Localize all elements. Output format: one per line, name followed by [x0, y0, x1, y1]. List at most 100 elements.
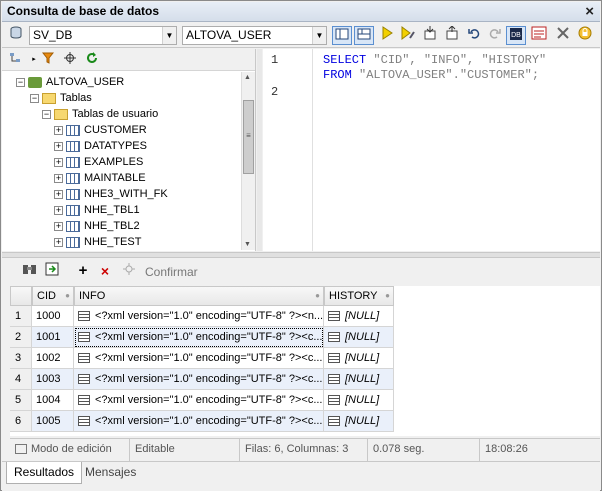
column-header-history[interactable]: HISTORY ● — [324, 286, 394, 306]
sql-editor[interactable]: 1 2 SELECT "CID", "INFO", "HISTORY" FROM… — [263, 49, 600, 251]
row-number[interactable]: 2 — [10, 327, 32, 348]
xml-cell-icon[interactable] — [78, 416, 90, 427]
sort-icon[interactable]: ● — [385, 287, 390, 305]
cell-history[interactable]: [NULL] — [324, 327, 394, 348]
horizontal-splitter[interactable] — [2, 252, 600, 258]
row-number[interactable]: 5 — [10, 390, 32, 411]
expand-icon[interactable]: + — [54, 173, 63, 183]
cell-cid[interactable]: 1003 — [32, 369, 74, 390]
tree-table-item[interactable]: + NHE_TBL1 — [54, 202, 140, 218]
xml-cell-icon[interactable] — [328, 374, 340, 385]
xml-view-icon[interactable] — [529, 26, 549, 45]
database-icon[interactable] — [6, 26, 26, 45]
row-number[interactable]: 1 — [10, 306, 32, 327]
expand-icon[interactable]: + — [54, 205, 63, 215]
collapse-icon[interactable]: − — [16, 77, 25, 87]
row-number[interactable]: 6 — [10, 411, 32, 432]
filter-icon[interactable] — [38, 51, 58, 70]
xml-cell-icon[interactable] — [328, 311, 340, 322]
cell-info[interactable]: <?xml version="1.0" encoding="UTF-8" ?><… — [74, 348, 324, 369]
scroll-down-icon[interactable]: ▼ — [244, 241, 251, 248]
layout-browser-icon[interactable] — [332, 26, 352, 45]
vertical-splitter[interactable] — [257, 49, 262, 251]
chevron-down-icon[interactable]: ▼ — [312, 27, 326, 44]
xml-cell-icon[interactable] — [328, 395, 340, 406]
refresh-icon[interactable] — [82, 51, 102, 70]
cell-history[interactable]: [NULL] — [324, 348, 394, 369]
tree-table-item[interactable]: + NHE3_WITH_FK — [54, 186, 168, 202]
add-row-button[interactable]: + — [73, 262, 93, 281]
xml-cell-icon[interactable] — [328, 353, 340, 364]
datasource-select[interactable]: SV_DB ▼ — [29, 26, 177, 45]
tree-table-item[interactable]: + DATATYPES — [54, 138, 147, 154]
xml-cell-icon[interactable] — [78, 374, 90, 385]
xml-cell-icon[interactable] — [78, 332, 90, 343]
cell-cid[interactable]: 1004 — [32, 390, 74, 411]
expand-icon[interactable]: + — [54, 221, 63, 231]
cell-history[interactable]: [NULL] — [324, 411, 394, 432]
redo-icon[interactable] — [485, 26, 505, 45]
cell-info[interactable]: <?xml version="1.0" encoding="UTF-8" ?><… — [74, 411, 324, 432]
expand-icon[interactable]: + — [54, 189, 63, 199]
cell-info[interactable]: <?xml version="1.0" encoding="UTF-8" ?><… — [74, 390, 324, 411]
schema-select[interactable]: ALTOVA_USER ▼ — [182, 26, 327, 45]
layout-results-icon[interactable] — [354, 26, 374, 45]
tab-results[interactable]: Resultados — [6, 462, 83, 484]
sort-icon[interactable]: ● — [65, 287, 70, 305]
tab-messages[interactable]: Mensajes — [78, 462, 143, 484]
collapse-icon[interactable]: − — [30, 93, 39, 103]
cell-info[interactable]: <?xml version="1.0" encoding="UTF-8" ?><… — [74, 306, 324, 327]
cell-cid[interactable]: 1000 — [32, 306, 74, 327]
tree-scrollbar[interactable]: ▲ ≡ ▼ — [241, 72, 255, 250]
cell-history[interactable]: [NULL] — [324, 390, 394, 411]
tree-table-item[interactable]: + CUSTOMER — [54, 122, 147, 138]
expand-icon[interactable]: + — [54, 141, 63, 151]
cell-info[interactable]: <?xml version="1.0" encoding="UTF-8" ?><… — [74, 327, 324, 348]
cell-history[interactable]: [NULL] — [324, 369, 394, 390]
scroll-up-icon[interactable]: ▲ — [244, 74, 251, 81]
row-number[interactable]: 4 — [10, 369, 32, 390]
options-icon[interactable] — [553, 26, 573, 45]
import-sql-icon[interactable] — [420, 26, 440, 45]
cell-cid[interactable]: 1005 — [32, 411, 74, 432]
scroll-thumb[interactable]: ≡ — [243, 100, 254, 174]
export-sql-icon[interactable] — [442, 25, 462, 45]
tree-table-item[interactable]: + MAINTABLE — [54, 170, 146, 186]
sort-icon[interactable]: ● — [315, 287, 320, 305]
collapse-icon[interactable]: − — [42, 109, 51, 119]
find-icon[interactable] — [20, 262, 40, 281]
tree-table-item[interactable]: + EXAMPLES — [54, 154, 143, 170]
lock-icon[interactable] — [575, 26, 595, 45]
tree-table-item[interactable]: + NHE_TBL2 — [54, 218, 140, 234]
xml-cell-icon[interactable] — [328, 332, 340, 343]
column-header-info[interactable]: INFO ● — [74, 286, 324, 306]
db-view-icon[interactable]: DB — [506, 26, 526, 45]
xml-cell-icon[interactable] — [78, 353, 90, 364]
cell-history[interactable]: [NULL] — [324, 306, 394, 327]
tree-root[interactable]: − ALTOVA_USER — [16, 74, 124, 90]
organize-icon[interactable] — [6, 51, 26, 70]
execute-update-icon[interactable] — [398, 26, 418, 45]
delete-row-button[interactable]: × — [95, 262, 115, 281]
expand-icon[interactable]: + — [54, 125, 63, 135]
expand-icon[interactable]: + — [54, 237, 63, 247]
undo-icon[interactable] — [464, 26, 484, 45]
jump-to-icon[interactable] — [42, 262, 62, 281]
tree-user-tables-folder[interactable]: − Tablas de usuario — [42, 106, 158, 122]
column-header-cid[interactable]: CID ● — [32, 286, 74, 306]
close-icon[interactable]: × — [585, 3, 594, 21]
execute-icon[interactable] — [377, 26, 397, 45]
row-number[interactable]: 3 — [10, 348, 32, 369]
cell-cid[interactable]: 1002 — [32, 348, 74, 369]
cell-cid[interactable]: 1001 — [32, 327, 74, 348]
tree-tables-folder[interactable]: − Tablas — [30, 90, 92, 106]
locate-icon[interactable] — [60, 51, 80, 70]
cell-info[interactable]: <?xml version="1.0" encoding="UTF-8" ?><… — [74, 369, 324, 390]
xml-cell-icon[interactable] — [328, 416, 340, 427]
expand-icon[interactable]: + — [54, 157, 63, 167]
commit-button[interactable]: Confirmar — [145, 265, 198, 279]
xml-cell-icon[interactable] — [78, 311, 90, 322]
xml-cell-icon[interactable] — [78, 395, 90, 406]
tree-table-item[interactable]: + NHE_TEST — [54, 234, 141, 250]
chevron-down-icon[interactable]: ▼ — [162, 27, 176, 44]
